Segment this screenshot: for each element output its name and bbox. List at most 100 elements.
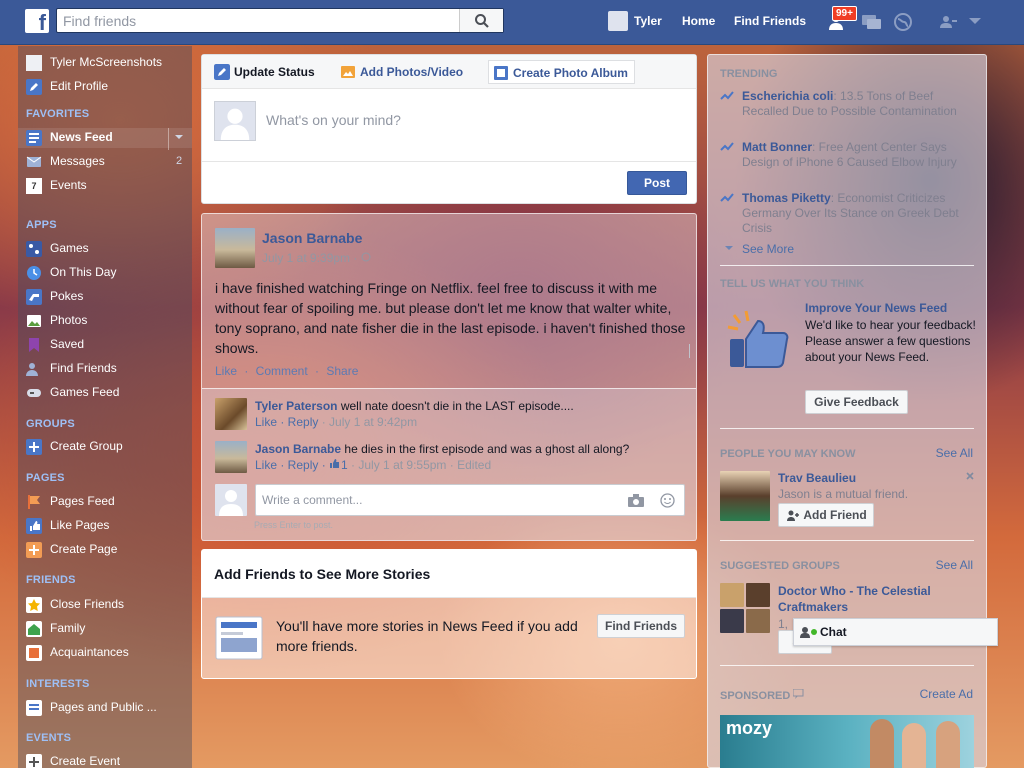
thumbs-up-illustration-icon (727, 310, 789, 368)
sidebar-item-label: Messages (50, 154, 105, 168)
news-feed-icon (26, 130, 42, 146)
like-thumb-icon (330, 459, 340, 468)
story-text: i have finished watching Fringe on Netfl… (215, 280, 686, 356)
commenter-avatar[interactable] (215, 441, 247, 473)
left-sidebar: Tyler McScreenshots Edit Profile FAVORIT… (18, 46, 192, 768)
press-enter-hint: Press Enter to post. (254, 520, 334, 530)
sidebar-item-label: Events (50, 178, 87, 192)
trending-item[interactable]: Thomas Piketty: Economist Criticizes Ger… (720, 191, 976, 236)
comment-actions[interactable]: Like · Reply · (255, 458, 329, 472)
notification-badge: 99+ (832, 6, 857, 21)
emoji-smiley-icon[interactable] (660, 493, 675, 508)
acquaintances-icon (26, 645, 42, 661)
comment-input[interactable] (256, 485, 616, 515)
divider (720, 428, 974, 429)
close-icon[interactable] (966, 472, 974, 480)
user-avatar[interactable] (608, 11, 628, 31)
commenter-avatar[interactable] (215, 398, 247, 430)
chat-sidebar-button[interactable]: Chat (793, 618, 998, 646)
tab-label: Create Photo Album (513, 66, 628, 80)
find-friends-link[interactable]: Find Friends (734, 0, 806, 45)
suggested-group-name[interactable]: Doctor Who - The Celestial Craftmakers (778, 583, 968, 615)
facebook-logo[interactable]: f (25, 9, 49, 33)
trending-item[interactable]: Matt Bonner: Free Agent Center Says Desi… (720, 140, 976, 170)
privacy-shortcuts-icon[interactable] (940, 15, 958, 29)
calendar-icon: 7 (26, 178, 42, 194)
comment-time: · July 1 at 9:55pm · Edited (347, 458, 492, 472)
account-menu-chevron-icon[interactable] (969, 18, 981, 26)
edit-pencil-icon (26, 79, 42, 95)
find-friends-icon (26, 363, 38, 376)
messages-icon[interactable] (861, 12, 883, 32)
sidebar-item-label: Family (50, 621, 86, 635)
sidebar-item-news-feed[interactable]: News Feed (18, 128, 192, 148)
timestamp-text[interactable]: July 1 at 9:39pm · (262, 251, 361, 265)
trending-arrow-icon (720, 91, 734, 100)
story-timestamp: July 1 at 9:39pm · (262, 251, 371, 265)
feedback-text: We'd like to hear your feedback! Please … (805, 318, 976, 364)
post-button[interactable]: Post (627, 171, 687, 195)
feedback-title[interactable]: Improve Your News Feed (805, 301, 947, 315)
group-photo-grid[interactable] (720, 583, 770, 633)
divider (720, 665, 974, 666)
story-actions[interactable]: Like · Comment · Share (215, 364, 358, 378)
story-actor-name[interactable]: Jason Barnabe (262, 230, 362, 246)
messages-icon (26, 156, 42, 167)
groups-see-all-link[interactable]: See All (936, 558, 973, 572)
game-controller-icon (27, 389, 41, 397)
trending-heading: TRENDING (720, 68, 778, 80)
chevron-down-icon (725, 246, 733, 250)
suggested-person-name[interactable]: Trav Beaulieu (778, 471, 856, 485)
plus-icon (26, 754, 42, 768)
sponsored-ad-image[interactable]: mozy (720, 715, 974, 768)
ad-person (902, 723, 926, 768)
tab-create-photo-album[interactable]: Create Photo Album (488, 60, 635, 84)
family-house-icon (26, 621, 42, 637)
create-ad-link[interactable]: Create Ad (920, 687, 973, 701)
news-feed-options-icon[interactable] (175, 135, 183, 140)
actor-avatar[interactable] (215, 228, 255, 268)
poke-icon (26, 289, 42, 305)
suggested-person-photo[interactable] (720, 471, 770, 521)
find-friends-button[interactable]: Find Friends (597, 614, 685, 638)
tab-add-photos-video[interactable]: Add Photos/Video (336, 60, 463, 84)
sidebar-item-label: Create Event (50, 754, 121, 768)
ad-brand-logo: mozy (726, 718, 773, 738)
add-friend-button[interactable]: Add Friend (778, 503, 874, 527)
edit-profile-label: Edit Profile (50, 79, 109, 93)
camera-icon[interactable] (628, 494, 644, 507)
privacy-public-icon[interactable] (361, 252, 371, 262)
online-status-dot (811, 629, 817, 635)
commenter-name[interactable]: Tyler Paterson (255, 399, 337, 413)
pymk-see-all-link[interactable]: See All (936, 446, 973, 460)
commenter-avatar (215, 484, 247, 516)
trending-topic: Matt Bonner (742, 140, 812, 154)
home-link[interactable]: Home (682, 0, 715, 45)
trending-arrow-icon (720, 193, 734, 202)
search-button[interactable] (459, 9, 503, 32)
status-composer: Update Status Add Photos/Video Create Ph… (201, 54, 697, 204)
sidebar-item-label: Find Friends (50, 361, 117, 375)
tab-update-status[interactable]: Update Status (210, 60, 315, 84)
notifications-globe-icon[interactable] (893, 12, 913, 32)
thumbs-up-icon (26, 518, 42, 534)
ad-feedback-icon[interactable] (792, 688, 805, 699)
trending-topic: Escherichia coli (742, 89, 834, 103)
sponsored-label: SPONSORED (720, 690, 791, 702)
search-input[interactable] (57, 9, 457, 32)
composer-tabs: Update Status Add Photos/Video Create Ph… (202, 55, 696, 89)
pencil-icon (214, 64, 230, 80)
messages-count: 2 (176, 155, 183, 167)
comment-actions[interactable]: Like · Reply (255, 415, 318, 429)
trending-item[interactable]: Escherichia coli: 13.5 Tons of Beef Reca… (720, 89, 976, 119)
pages-flag-icon (28, 495, 40, 509)
see-more-trending[interactable]: See More (720, 242, 976, 257)
commenter-name[interactable]: Jason Barnabe (255, 442, 341, 456)
profile-link[interactable]: Tyler (634, 0, 662, 45)
on-this-day-icon (27, 266, 41, 280)
news-feed-story: Jason Barnabe July 1 at 9:39pm · i have … (201, 213, 697, 541)
status-input[interactable] (266, 112, 666, 128)
comment-like-count[interactable]: 1 (341, 458, 348, 472)
give-feedback-button[interactable]: Give Feedback (805, 390, 908, 414)
sidebar-item-label: News Feed (50, 130, 113, 144)
